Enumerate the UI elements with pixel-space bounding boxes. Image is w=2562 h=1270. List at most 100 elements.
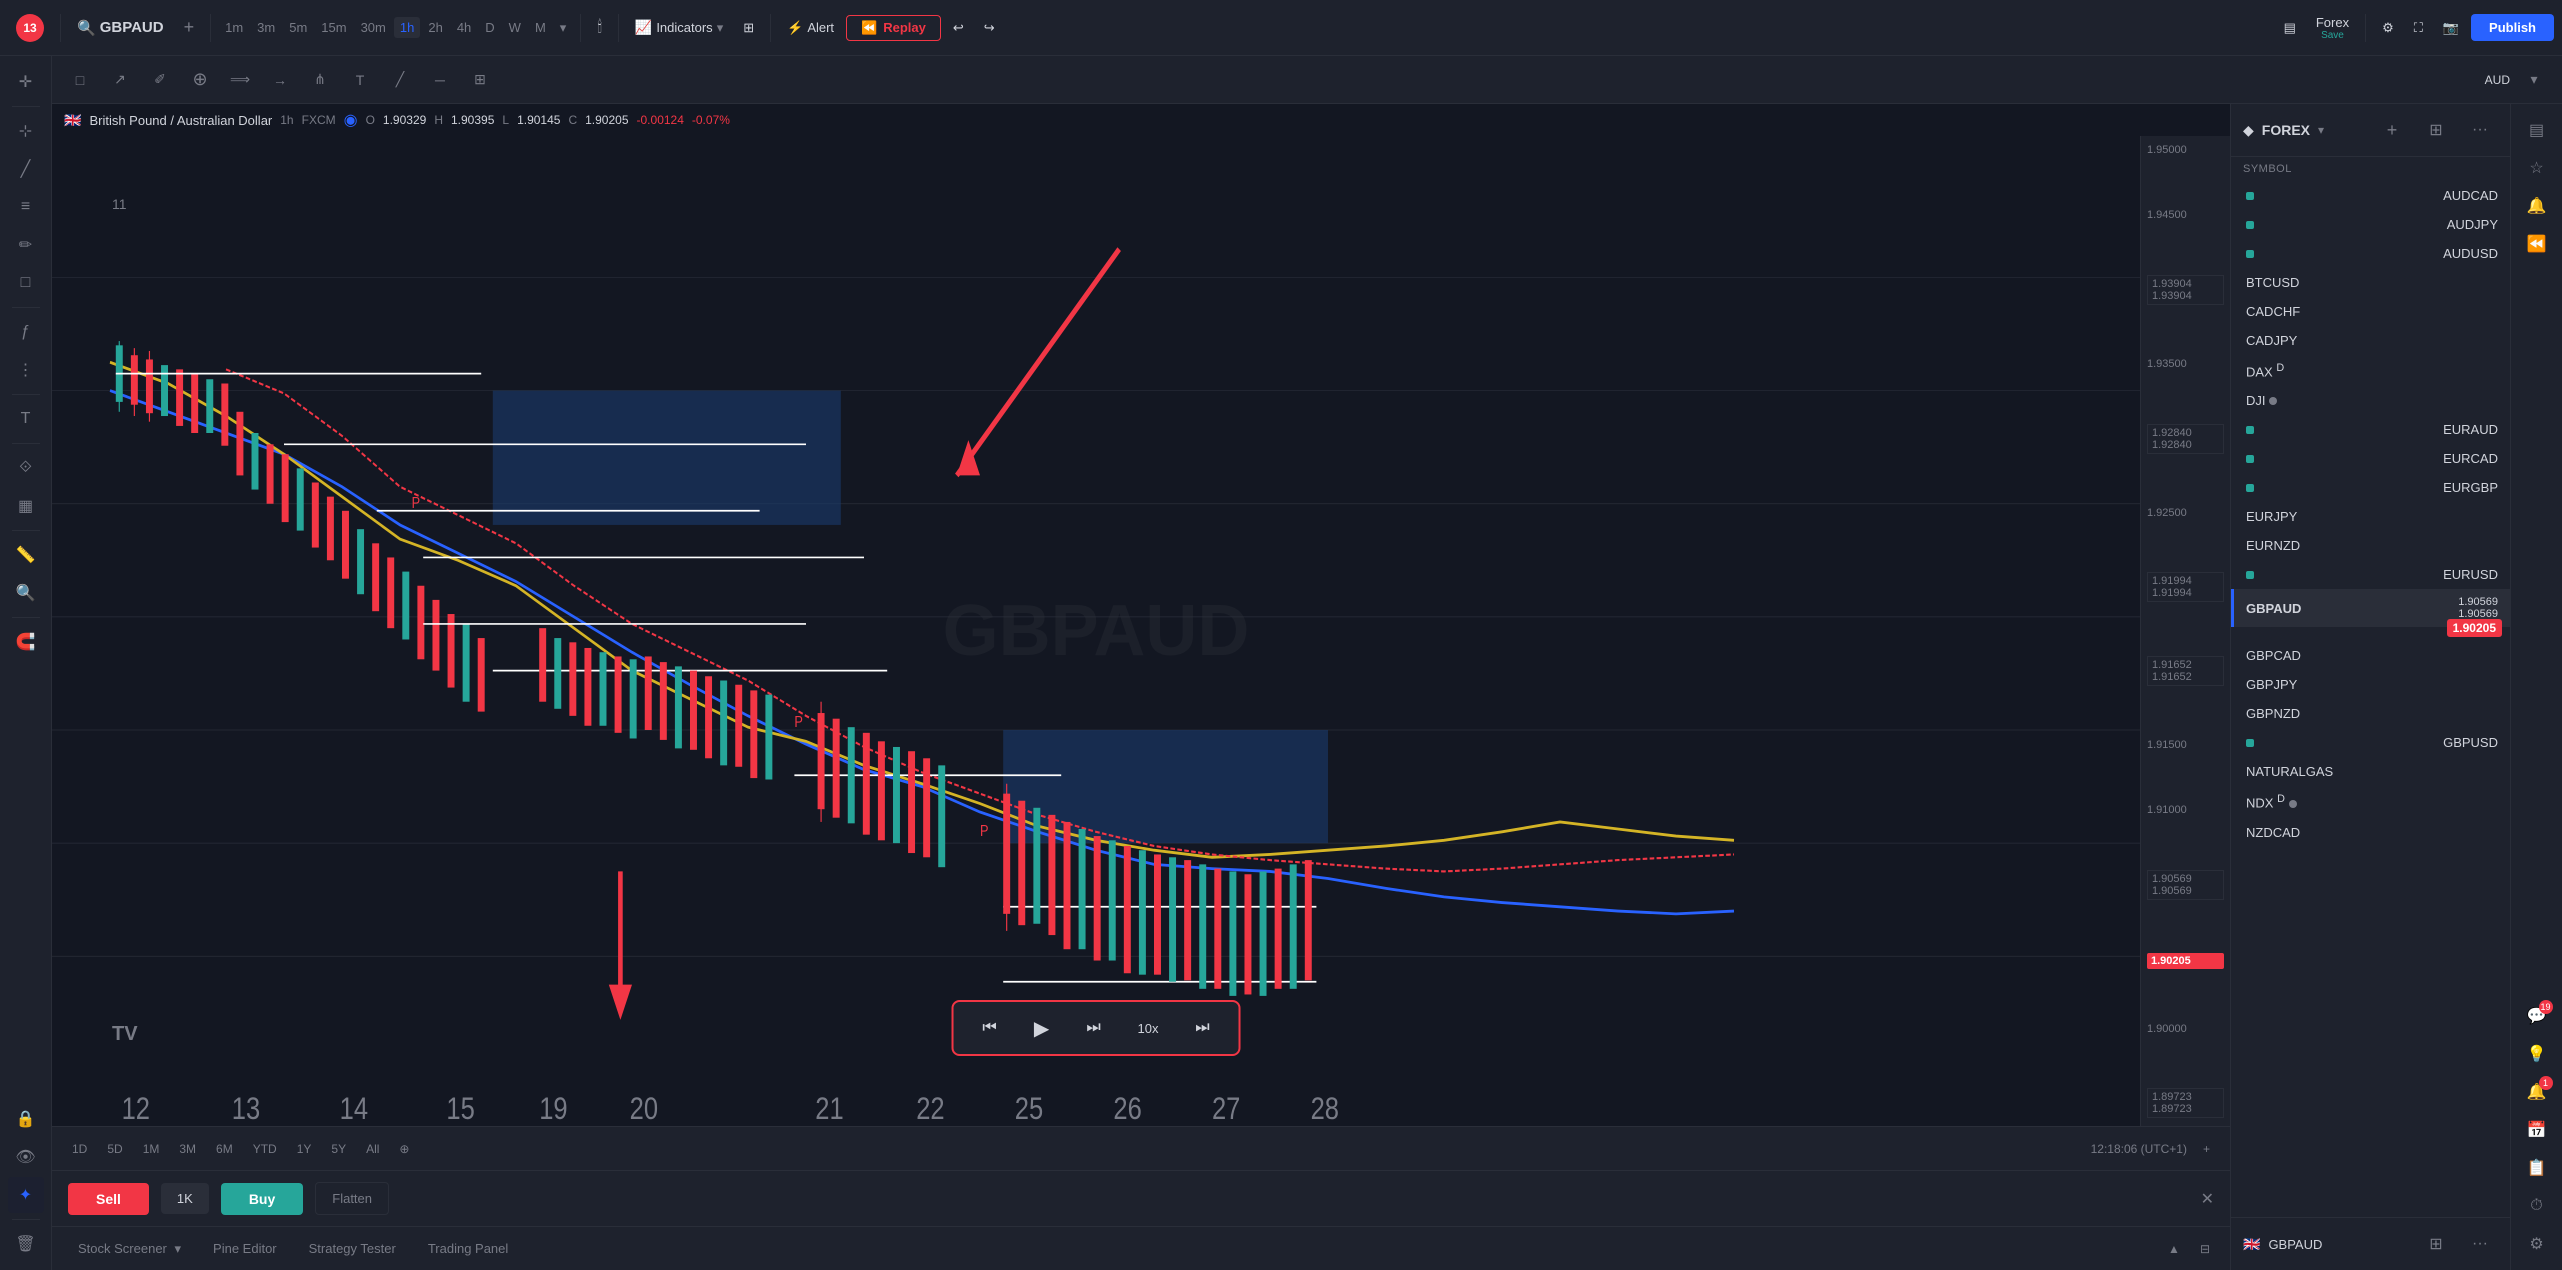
layout-panel-button[interactable]: ▤	[2276, 16, 2304, 40]
active-tool[interactable]: ✦	[8, 1177, 44, 1213]
redo-button[interactable]: ↪	[976, 16, 1003, 40]
tf-more[interactable]: ▾	[554, 17, 573, 39]
screenshot-button[interactable]: 📷	[2435, 16, 2467, 40]
watch-item-gbpjpy[interactable]: GBPJPY	[2231, 670, 2510, 699]
watch-item-naturalgas[interactable]: NATURALGAS	[2231, 757, 2510, 786]
rect-tool[interactable]: □	[64, 64, 96, 96]
watch-item-btcusd[interactable]: BTCUSD	[2231, 268, 2510, 297]
forex-save-label[interactable]: Forex Save	[2308, 11, 2357, 45]
publish-button[interactable]: Publish	[2471, 14, 2554, 41]
text-chart-tool[interactable]: T	[344, 64, 376, 96]
right-history-icon[interactable]: ⏱	[2519, 1188, 2555, 1224]
watch-item-ndx[interactable]: NDX D	[2231, 786, 2510, 817]
sidebar-add-button[interactable]: +	[2374, 112, 2410, 148]
sell-button[interactable]: Sell	[68, 1183, 149, 1215]
watch-item-audusd[interactable]: AUDUSD	[2231, 239, 2510, 268]
tabs-collapse[interactable]: ▲	[2160, 1238, 2188, 1260]
tf-ytd[interactable]: YTD	[245, 1138, 285, 1160]
order-close-button[interactable]: ✕	[2201, 1189, 2214, 1209]
arrow-tool[interactable]: ↗	[104, 64, 136, 96]
pitchfork-tool[interactable]: ⋔	[304, 64, 336, 96]
add-time-btn[interactable]: +	[2195, 1138, 2218, 1160]
horiz-tool[interactable]: ─	[424, 64, 456, 96]
measure-tool[interactable]: 📏	[8, 537, 44, 573]
tf-5m[interactable]: 5m	[283, 17, 313, 38]
tf-3m-range[interactable]: 3M	[171, 1138, 204, 1160]
right-messages-icon[interactable]: 💬 19	[2519, 998, 2555, 1034]
chart-main[interactable]: GBPAUD 11 TV	[52, 136, 2140, 1126]
tf-d[interactable]: D	[479, 17, 500, 38]
patterns-tool[interactable]: ⟐	[8, 450, 44, 486]
watch-item-eurnzd[interactable]: EURNZD	[2231, 531, 2510, 560]
watch-item-gbpcad[interactable]: GBPCAD	[2231, 641, 2510, 670]
watch-item-eurusd[interactable]: EURUSD	[2231, 560, 2510, 589]
avatar-button[interactable]: 13	[8, 10, 52, 46]
right-orders-icon[interactable]: 📋	[2519, 1150, 2555, 1186]
quantity-button[interactable]: 1K	[161, 1183, 209, 1214]
tf-1d[interactable]: 1D	[64, 1138, 95, 1160]
currency-dropdown[interactable]: ▾	[2518, 64, 2550, 96]
watch-item-gbpusd[interactable]: GBPUSD	[2231, 728, 2510, 757]
watch-item-eurjpy[interactable]: EURJPY	[2231, 502, 2510, 531]
tf-1y[interactable]: 1Y	[289, 1138, 320, 1160]
replay-button[interactable]: ⏪ Replay	[846, 15, 941, 41]
text-tool[interactable]: T	[8, 401, 44, 437]
sidebar-more-bottom[interactable]: ···	[2462, 1226, 2498, 1262]
line-tool[interactable]: ╱	[384, 64, 416, 96]
tf-6m-range[interactable]: 6M	[208, 1138, 241, 1160]
path-tool[interactable]: ✐	[144, 64, 176, 96]
visible-tool[interactable]: 👁	[8, 1139, 44, 1175]
tab-pine-editor[interactable]: Pine Editor	[199, 1235, 291, 1262]
trash-tool[interactable]: 🗑	[8, 1226, 44, 1262]
watch-item-gbpnzd[interactable]: GBPNZD	[2231, 699, 2510, 728]
prediction-tool[interactable]: ▦	[8, 488, 44, 524]
watch-item-dji[interactable]: DJI	[2231, 386, 2510, 415]
symbol-search[interactable]: 🔍 GBPAUD	[69, 15, 172, 41]
magnet-chart-tool[interactable]: ⊕	[184, 64, 216, 96]
watch-item-eurgbp[interactable]: EURGBP	[2231, 473, 2510, 502]
buy-button[interactable]: Buy	[221, 1183, 303, 1215]
crosshair-tool[interactable]: ⊹	[8, 113, 44, 149]
alert-button[interactable]: ⚡ Alert	[779, 16, 842, 40]
tab-strategy-tester[interactable]: Strategy Tester	[295, 1235, 410, 1262]
parallel-tool[interactable]: ⟹	[224, 64, 256, 96]
ray-tool[interactable]: →	[264, 64, 296, 96]
tf-1m[interactable]: 1m	[219, 17, 249, 38]
trend-line-tool[interactable]: ╱	[8, 151, 44, 187]
right-ideas-icon[interactable]: 💡	[2519, 1036, 2555, 1072]
replay-skip-end[interactable]: ⏭	[1186, 1012, 1218, 1044]
layouts-button[interactable]: ⊞	[735, 16, 762, 40]
tf-15m[interactable]: 15m	[315, 17, 352, 38]
sidebar-grid-view[interactable]: ⊞	[2418, 1226, 2454, 1262]
tf-5y[interactable]: 5Y	[323, 1138, 354, 1160]
tf-2h[interactable]: 2h	[422, 17, 448, 38]
shapes-tool[interactable]: □	[8, 265, 44, 301]
tf-m[interactable]: M	[529, 17, 552, 38]
right-calendar-icon[interactable]: 📅	[2519, 1112, 2555, 1148]
brush-tool[interactable]: ✏	[8, 227, 44, 263]
indicators-button[interactable]: 📈 Indicators ▾	[627, 15, 731, 40]
tf-30m[interactable]: 30m	[355, 17, 392, 38]
magnet-tool[interactable]: 🧲	[8, 624, 44, 660]
add-symbol-button[interactable]: +	[176, 13, 203, 42]
zoom-tool[interactable]: 🔍	[8, 575, 44, 611]
watch-item-audcad[interactable]: AUDCAD	[2231, 181, 2510, 210]
replay-step-forward[interactable]: ⏭	[1078, 1012, 1110, 1044]
chart-type-button[interactable]: 🕯	[589, 15, 610, 41]
replay-play[interactable]: ▶	[1026, 1012, 1058, 1044]
tf-4h[interactable]: 4h	[451, 17, 477, 38]
right-notifications-icon[interactable]: 🔔 1	[2519, 1074, 2555, 1110]
right-alerts-icon[interactable]: 🔔	[2519, 188, 2555, 224]
fibonacci-tool[interactable]: ƒ	[8, 314, 44, 350]
channel-tool[interactable]: ≡	[8, 189, 44, 225]
watch-item-audjpy[interactable]: AUDJPY	[2231, 210, 2510, 239]
watch-item-dax[interactable]: DAX D	[2231, 355, 2510, 386]
watch-item-nzdcad[interactable]: NZDCAD	[2231, 818, 2510, 847]
flatten-button[interactable]: Flatten	[315, 1182, 389, 1215]
sidebar-view-button[interactable]: ⊞	[2418, 112, 2454, 148]
tf-w[interactable]: W	[503, 17, 527, 38]
grid-tool[interactable]: ⊞	[464, 64, 496, 96]
gann-tool[interactable]: ⋮	[8, 352, 44, 388]
watch-item-cadchf[interactable]: CADCHF	[2231, 297, 2510, 326]
right-panel-toggle[interactable]: ▤	[2519, 112, 2555, 148]
